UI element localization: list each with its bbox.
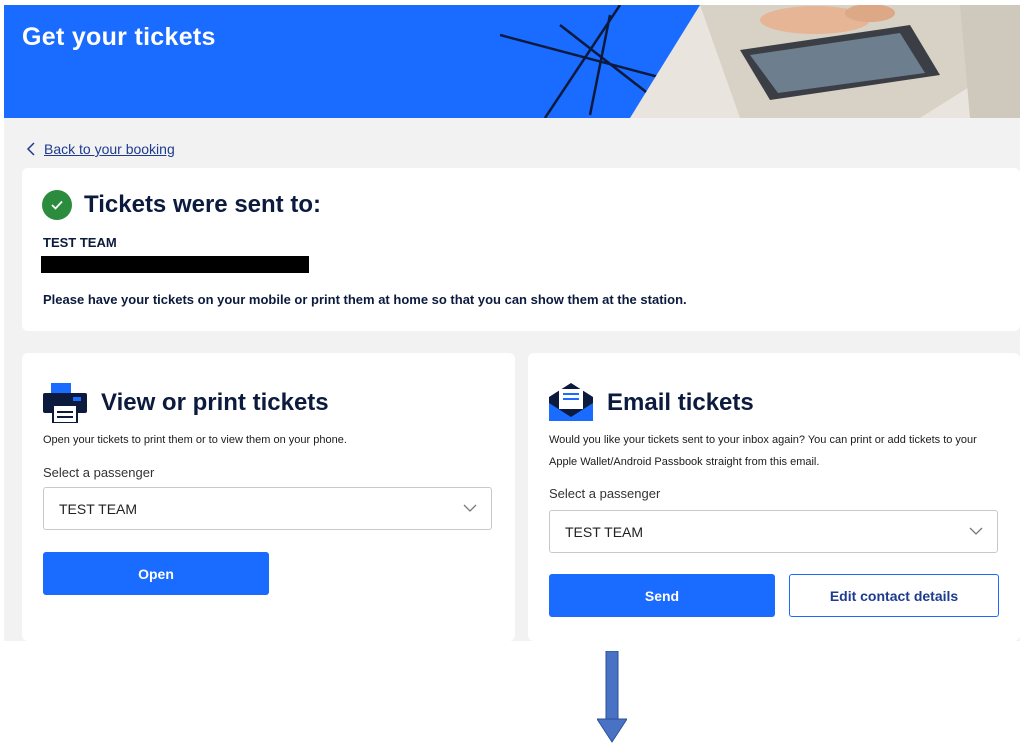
print-passenger-select[interactable]: TEST TEAM bbox=[43, 487, 492, 530]
selected-passenger: TEST TEAM bbox=[565, 523, 644, 540]
selected-passenger: TEST TEAM bbox=[59, 500, 138, 517]
chevron-down-icon bbox=[969, 527, 983, 535]
email-icon bbox=[549, 383, 593, 421]
view-print-card: View or print tickets Open your tickets … bbox=[22, 353, 515, 641]
email-tickets-title: Email tickets bbox=[607, 389, 754, 416]
banner-photo bbox=[500, 5, 1020, 118]
edit-contact-details-button[interactable]: Edit contact details bbox=[789, 574, 999, 617]
header-banner: Get your tickets bbox=[4, 5, 1020, 118]
email-tickets-header: Email tickets bbox=[549, 383, 754, 423]
email-passenger-select[interactable]: TEST TEAM bbox=[549, 510, 998, 553]
back-to-booking-link[interactable]: Back to your booking bbox=[26, 141, 175, 157]
back-link-label: Back to your booking bbox=[44, 141, 175, 157]
recipient-name: TEST TEAM bbox=[43, 235, 117, 250]
email-tickets-card: Email tickets Would you like your ticket… bbox=[528, 353, 1020, 641]
content-area: Back to your booking Tickets were sent t… bbox=[4, 118, 1020, 641]
send-button[interactable]: Send bbox=[549, 574, 775, 617]
check-circle-icon bbox=[42, 190, 72, 220]
tickets-sent-card: Tickets were sent to: TEST TEAM Please h… bbox=[22, 168, 1020, 331]
tickets-note: Please have your tickets on your mobile … bbox=[43, 292, 687, 307]
view-print-header: View or print tickets bbox=[43, 383, 329, 423]
passenger-select-label: Select a passenger bbox=[549, 486, 661, 501]
view-print-description: Open your tickets to print them or to vi… bbox=[43, 434, 347, 446]
tickets-sent-title: Tickets were sent to: bbox=[84, 191, 321, 218]
chevron-left-icon bbox=[26, 142, 35, 156]
printer-icon bbox=[43, 383, 87, 423]
passenger-select-label: Select a passenger bbox=[43, 465, 155, 480]
tickets-sent-header: Tickets were sent to: bbox=[42, 190, 321, 220]
redacted-email bbox=[41, 256, 309, 273]
page-title: Get your tickets bbox=[22, 23, 216, 51]
open-button[interactable]: Open bbox=[43, 552, 269, 595]
email-tickets-description: Would you like your tickets sent to your… bbox=[549, 434, 977, 468]
down-arrow-icon bbox=[597, 651, 627, 743]
chevron-down-icon bbox=[463, 504, 477, 512]
view-print-title: View or print tickets bbox=[101, 389, 329, 416]
